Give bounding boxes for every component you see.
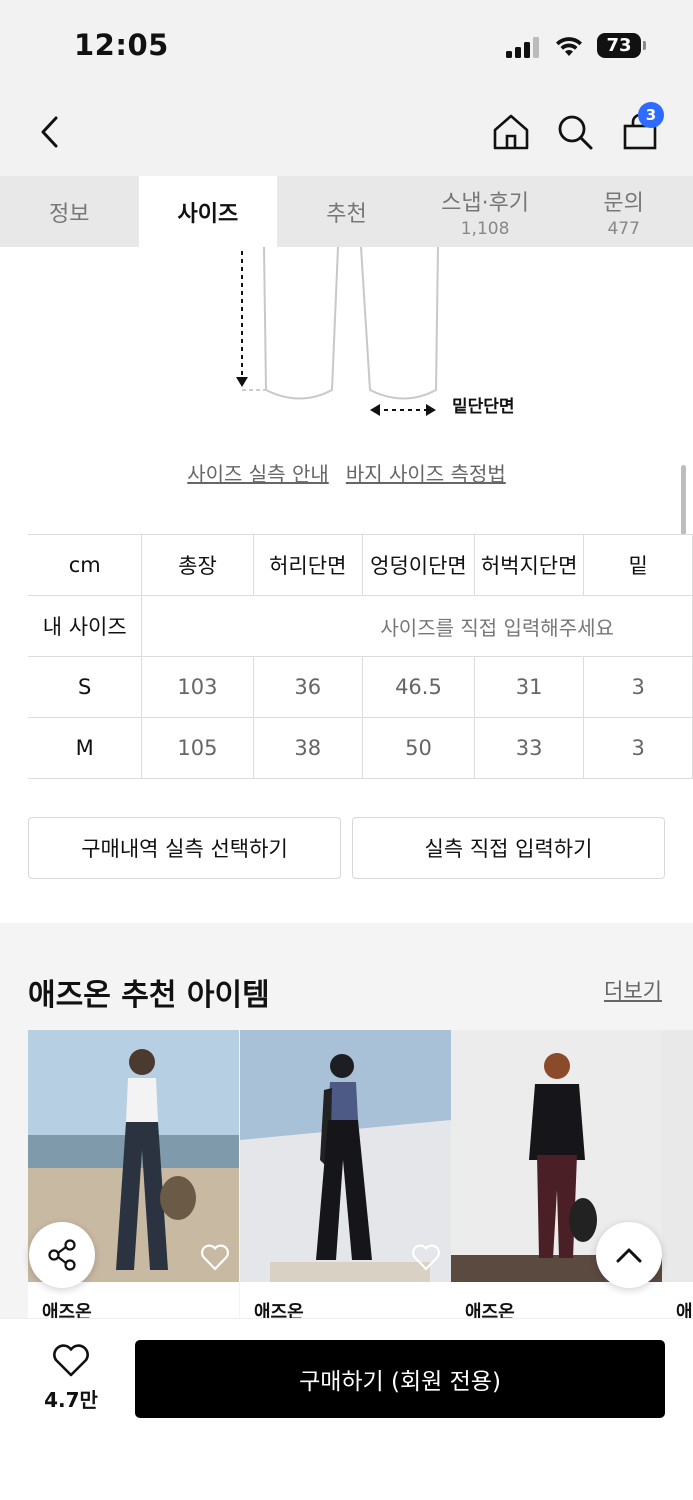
back-icon[interactable] [30,110,70,154]
tab-label: 사이즈 [177,201,239,227]
buy-button[interactable]: 구매하기 (회원 전용) [135,1340,665,1418]
size-guide-links: 사이즈 실측 안내 바지 사이즈 측정법 [0,458,693,487]
size-value: 38 [252,717,363,779]
heart-icon [53,1344,89,1377]
tab-size[interactable]: 사이즈 [138,176,278,247]
like-count: 4.7만 [44,1388,98,1412]
like-button[interactable]: 4.7만 [40,1344,102,1413]
pants-measure-link[interactable]: 바지 사이즈 측정법 [346,462,506,486]
tab-recommend[interactable]: 추천 [277,176,416,247]
more-link[interactable]: 더보기 [604,975,662,1005]
size-value: 3 [583,656,693,718]
size-guide-link[interactable]: 사이즈 실측 안내 [187,462,329,486]
wifi-icon [556,37,582,56]
product-image [662,1030,693,1282]
size-value: 50 [361,717,475,779]
my-size-input-prompt[interactable]: 사이즈를 직접 입력해주세요 [141,595,693,657]
heart-outline-icon[interactable] [411,1243,441,1271]
tab-label: 스냅·후기 [441,190,530,216]
tab-count: 477 [607,218,640,239]
my-size-label: 내 사이즈 [28,595,143,657]
size-value: 3 [583,717,693,779]
cart-icon[interactable]: 3 [620,102,664,154]
tab-bar: 정보 사이즈 추천 스냅·후기 1,108 문의 477 [0,176,693,247]
search-icon[interactable] [555,110,595,154]
battery-indicator: 73 [597,33,641,58]
status-bar: 12:05 73 [0,0,693,90]
size-value: 31 [473,656,585,718]
unit-cell: cm [28,534,143,596]
battery-cap [643,41,646,50]
signal-icon [506,36,542,58]
table-row: M 105 38 50 33 3 [28,717,693,779]
share-icon [48,1239,76,1271]
column-header: 엉덩이단면 [361,534,475,596]
table-header-row: cm 총장 허리단면 엉덩이단면 허벅지단면 밑 [28,534,693,596]
size-value: 46.5 [361,656,475,718]
tab-label: 정보 [49,201,90,227]
column-header: 허벅지단면 [473,534,585,596]
home-icon[interactable] [491,110,531,154]
size-value: 33 [473,717,585,779]
column-header: 밑 [583,534,693,596]
size-value: 36 [252,656,363,718]
share-button[interactable] [29,1222,95,1288]
size-label: S [28,656,143,718]
top-header: 3 [0,90,693,176]
my-size-row: 내 사이즈 사이즈를 직접 입력해주세요 [28,595,693,657]
product-card[interactable]: 애즈온 [240,1030,451,1330]
size-value: 105 [141,717,254,779]
tab-count: 1,108 [460,218,510,239]
table-row: S 103 36 46.5 31 3 [28,656,693,718]
tab-snap-review[interactable]: 스냅·후기 1,108 [416,176,555,247]
tab-inquiry[interactable]: 문의 477 [554,176,693,247]
direct-input-button[interactable]: 실측 직접 입력하기 [352,817,665,879]
size-value: 103 [141,656,254,718]
recommend-title: 애즈온 추천 아이템 [28,978,270,1013]
select-purchase-history-button[interactable]: 구매내역 실측 선택하기 [28,817,341,879]
size-label: M [28,717,143,779]
column-header: 허리단면 [252,534,363,596]
hem-width-label: 밑단단면 [452,397,515,417]
cart-count-badge: 3 [638,102,664,128]
chevron-up-icon [616,1248,642,1263]
size-table: cm 총장 허리단면 엉덩이단면 허벅지단면 밑 내 사이즈 사이즈를 직접 입… [28,534,693,779]
status-time: 12:05 [74,28,169,62]
tab-label: 문의 [603,190,644,216]
tab-info[interactable]: 정보 [0,176,139,247]
tab-label: 추천 [326,201,367,227]
product-card[interactable]: 애 [662,1030,693,1330]
column-header: 총장 [141,534,254,596]
size-table-container[interactable]: cm 총장 허리단면 엉덩이단면 허벅지단면 밑 내 사이즈 사이즈를 직접 입… [0,534,693,779]
heart-outline-icon[interactable] [200,1243,230,1271]
pants-diagram [236,247,439,416]
scroll-top-button[interactable] [596,1222,662,1288]
scrollbar[interactable] [681,465,686,535]
